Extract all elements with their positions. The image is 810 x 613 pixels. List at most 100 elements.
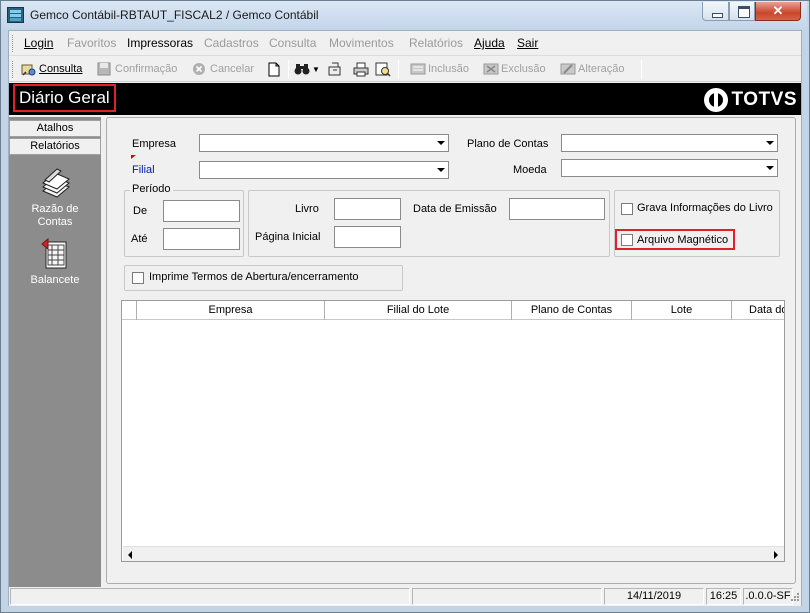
grid-col-empresa[interactable]: Empresa	[137, 301, 325, 320]
menu-cadastros[interactable]: Cadastros	[204, 36, 259, 50]
filial-label: Filial	[132, 164, 155, 176]
horizontal-scrollbar[interactable]	[123, 546, 784, 561]
plano-de-contas-label: Plano de Contas	[467, 138, 549, 150]
alteracao-button[interactable]: Alteração	[560, 62, 624, 76]
cancel-icon	[192, 62, 207, 76]
shortcut-label: Balancete	[30, 274, 80, 286]
minimize-button[interactable]	[702, 2, 729, 21]
search-binoculars-icon	[21, 62, 36, 76]
app-icon[interactable]	[7, 7, 24, 23]
menu-ajuda[interactable]: Ajuda	[474, 36, 505, 50]
chevron-down-icon[interactable]	[762, 135, 777, 151]
periodo-legend: Período	[130, 183, 173, 195]
find-button[interactable]: ▼	[294, 62, 320, 76]
toolbar-separator	[398, 60, 399, 79]
de-date-input[interactable]	[163, 200, 240, 222]
inclusao-button[interactable]: Inclusão	[410, 62, 469, 76]
status-message	[10, 588, 410, 605]
binoculars-icon	[294, 62, 310, 76]
grid-header: Empresa Filial do Lote Plano de Contas L…	[122, 301, 784, 320]
export-icon	[327, 62, 342, 76]
chevron-down-icon[interactable]	[433, 135, 448, 151]
ledger-icon	[39, 167, 71, 199]
grid-col-data[interactable]: Data do	[732, 301, 784, 320]
consulta-button[interactable]: Consulta	[21, 62, 82, 76]
empresa-select[interactable]	[199, 134, 449, 152]
results-grid[interactable]: Empresa Filial do Lote Plano de Contas L…	[121, 300, 785, 562]
status-date: 14/11/2019	[604, 588, 704, 605]
export-button[interactable]	[327, 62, 342, 76]
edit-record-icon	[560, 62, 576, 76]
window-title: Gemco Contábil-RBTAUT_FISCAL2 / Gemco Co…	[30, 8, 319, 22]
status-version: .0.0.0-SF	[743, 588, 793, 605]
print-button[interactable]	[353, 62, 369, 77]
scroll-left-icon[interactable]	[124, 548, 137, 561]
menu-sair[interactable]: Sair	[517, 36, 538, 50]
arquivo-magnetico-checkbox[interactable]	[621, 234, 633, 246]
new-document-icon	[267, 62, 282, 77]
status-bar: 14/11/2019 16:25 .0.0.0-SF	[9, 587, 801, 606]
menu-movimentos[interactable]: Movimentos	[329, 36, 394, 50]
plano-de-contas-select[interactable]	[561, 134, 778, 152]
ate-label: Até	[131, 233, 148, 245]
filial-select[interactable]	[199, 161, 449, 179]
shortcut-label: Contas	[37, 216, 73, 228]
menu-login[interactable]: Login	[24, 36, 53, 50]
menu-relatorios[interactable]: Relatórios	[409, 36, 463, 50]
status-panel	[412, 588, 602, 605]
tab-atalhos[interactable]: Atalhos	[9, 120, 101, 137]
grid-col-plano-de-contas[interactable]: Plano de Contas	[512, 301, 632, 320]
print-preview-button[interactable]	[375, 62, 391, 77]
moeda-select[interactable]	[561, 159, 778, 177]
close-button[interactable]	[755, 2, 801, 21]
toolbar-separator	[641, 60, 642, 79]
totvs-logo-text: TOTVS	[731, 89, 797, 110]
empresa-label: Empresa	[132, 138, 177, 150]
find-dropdown-icon[interactable]: ▼	[312, 65, 320, 74]
scroll-right-icon[interactable]	[769, 548, 782, 561]
grava-informacoes-label[interactable]: Grava Informações do Livro	[637, 202, 773, 214]
menu-grip[interactable]	[12, 35, 15, 52]
cancelar-button[interactable]: Cancelar	[192, 62, 254, 76]
toolbar-grip[interactable]	[12, 61, 15, 78]
imprime-termos-checkbox[interactable]	[132, 272, 144, 284]
exclusao-button[interactable]: Exclusão	[483, 62, 546, 76]
toolbar: Consulta Confirmação Cancelar ▼ Inclusão…	[9, 57, 801, 82]
resize-grip-icon[interactable]	[790, 591, 800, 603]
arquivo-magnetico-label[interactable]: Arquivo Magnético	[637, 234, 728, 246]
menu-consulta[interactable]: Consulta	[269, 36, 316, 50]
title-bar[interactable]: Gemco Contábil-RBTAUT_FISCAL2 / Gemco Co…	[1, 1, 807, 29]
tab-relatorios[interactable]: Relatórios	[9, 138, 101, 155]
required-marker	[131, 155, 136, 159]
grid-col-filial-do-lote[interactable]: Filial do Lote	[325, 301, 512, 320]
data-emissao-label: Data de Emissão	[413, 203, 497, 215]
chevron-down-icon[interactable]	[762, 160, 777, 176]
menu-impressoras[interactable]: Impressoras	[127, 36, 193, 50]
shortcut-razao-de-contas[interactable]: Razão de Contas	[9, 167, 101, 229]
menu-bar: Login Favoritos Impressoras Cadastros Co…	[9, 31, 801, 56]
shortcut-label: Razão de	[31, 203, 79, 215]
shortcut-balancete[interactable]: Balancete	[9, 237, 101, 287]
insert-record-icon	[410, 62, 426, 76]
ate-date-input[interactable]	[163, 228, 240, 250]
grid-col-lote[interactable]: Lote	[632, 301, 732, 320]
screen-title: Diário Geral	[13, 84, 116, 112]
chevron-down-icon[interactable]	[433, 162, 448, 178]
data-emissao-input[interactable]	[509, 198, 605, 220]
livro-label: Livro	[295, 203, 319, 215]
livro-input[interactable]	[334, 198, 401, 220]
imprime-termos-label[interactable]: Imprime Termos de Abertura/encerramento	[149, 271, 359, 283]
shortcut-sidebar: Atalhos Relatórios Razão de Contas Balan…	[9, 117, 101, 587]
de-label: De	[133, 205, 148, 217]
confirmacao-button[interactable]: Confirmação	[97, 62, 177, 76]
delete-record-icon	[483, 62, 499, 76]
pagina-inicial-input[interactable]	[334, 226, 401, 248]
printer-icon	[353, 62, 369, 77]
moeda-label: Moeda	[513, 164, 547, 176]
maximize-button[interactable]	[729, 2, 755, 21]
menu-favoritos[interactable]: Favoritos	[67, 36, 116, 50]
grava-informacoes-checkbox[interactable]	[621, 203, 633, 215]
new-document-button[interactable]	[267, 62, 282, 77]
totvs-logo-icon	[703, 88, 728, 112]
grid-row-indicator-header[interactable]	[122, 301, 137, 320]
